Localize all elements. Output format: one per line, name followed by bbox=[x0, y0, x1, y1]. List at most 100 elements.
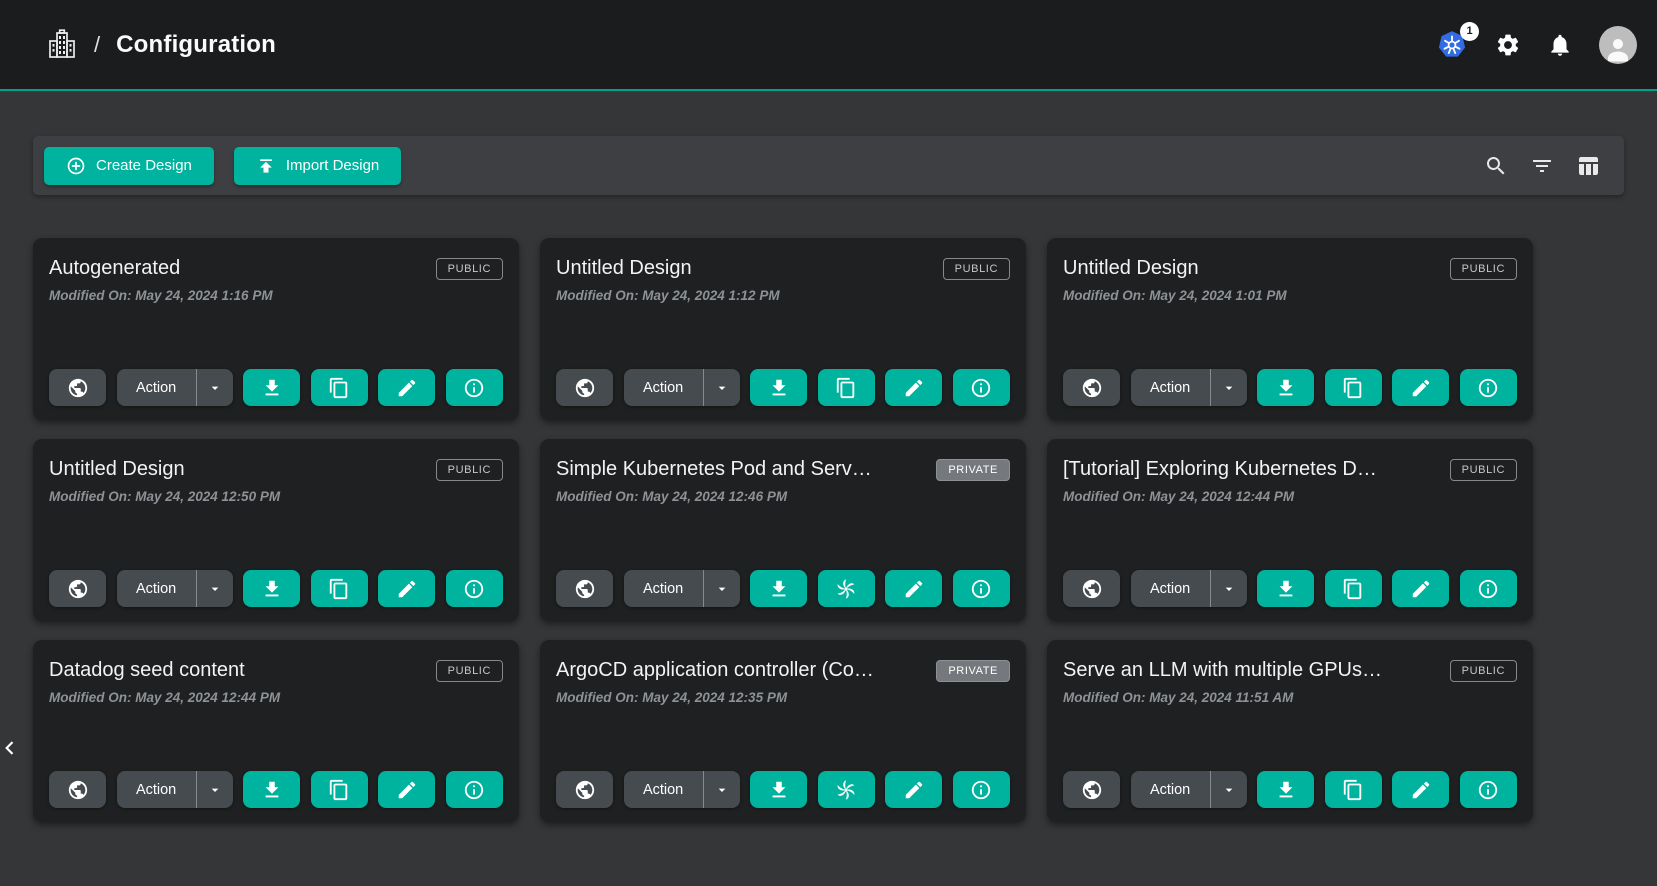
action-button-label[interactable]: Action bbox=[624, 782, 703, 798]
kubernetes-context-icon[interactable]: 1 bbox=[1437, 30, 1469, 60]
search-icon[interactable] bbox=[1484, 154, 1508, 178]
design-spiral-button[interactable] bbox=[818, 771, 875, 808]
design-card: Simple Kubernetes Pod and Serv… PRIVATE … bbox=[540, 439, 1026, 621]
action-button-label[interactable]: Action bbox=[624, 581, 703, 597]
import-design-button[interactable]: Import Design bbox=[234, 147, 401, 185]
globe-icon bbox=[1081, 578, 1103, 600]
info-button[interactable] bbox=[446, 369, 503, 406]
visibility-globe-button[interactable] bbox=[1063, 771, 1120, 808]
visibility-globe-button[interactable] bbox=[49, 771, 106, 808]
globe-icon bbox=[67, 578, 89, 600]
design-title: ArgoCD application controller (Co… bbox=[556, 658, 874, 683]
import-design-label: Import Design bbox=[286, 157, 379, 174]
caret-down-icon bbox=[1221, 581, 1237, 597]
action-split-button[interactable]: Action bbox=[1131, 369, 1247, 406]
action-button-label[interactable]: Action bbox=[1131, 782, 1210, 798]
visibility-badge: PUBLIC bbox=[436, 459, 503, 481]
edit-button[interactable] bbox=[885, 570, 942, 607]
design-spiral-icon bbox=[835, 779, 857, 801]
info-button[interactable] bbox=[953, 369, 1010, 406]
design-title: Untitled Design bbox=[1063, 256, 1199, 281]
action-button-label[interactable]: Action bbox=[117, 380, 196, 396]
download-button[interactable] bbox=[243, 771, 300, 808]
action-dropdown-toggle[interactable] bbox=[704, 782, 740, 798]
action-dropdown-toggle[interactable] bbox=[197, 581, 233, 597]
edit-button[interactable] bbox=[378, 570, 435, 607]
download-icon bbox=[1275, 377, 1297, 399]
create-design-button[interactable]: Create Design bbox=[44, 147, 214, 185]
info-button[interactable] bbox=[1460, 369, 1517, 406]
info-button[interactable] bbox=[446, 570, 503, 607]
download-button[interactable] bbox=[750, 369, 807, 406]
copy-button[interactable] bbox=[311, 369, 368, 406]
action-dropdown-toggle[interactable] bbox=[1211, 380, 1247, 396]
info-button[interactable] bbox=[446, 771, 503, 808]
download-button[interactable] bbox=[243, 570, 300, 607]
download-button[interactable] bbox=[750, 771, 807, 808]
action-split-button[interactable]: Action bbox=[1131, 771, 1247, 808]
caret-down-icon bbox=[1221, 782, 1237, 798]
download-icon bbox=[1275, 578, 1297, 600]
visibility-globe-button[interactable] bbox=[1063, 369, 1120, 406]
info-button[interactable] bbox=[953, 570, 1010, 607]
info-button[interactable] bbox=[953, 771, 1010, 808]
settings-gear-icon[interactable] bbox=[1495, 32, 1521, 58]
visibility-globe-button[interactable] bbox=[556, 369, 613, 406]
action-button-label[interactable]: Action bbox=[1131, 581, 1210, 597]
design-spiral-button[interactable] bbox=[818, 570, 875, 607]
info-icon bbox=[1477, 578, 1499, 600]
table-view-icon[interactable] bbox=[1576, 154, 1600, 178]
visibility-globe-button[interactable] bbox=[1063, 570, 1120, 607]
action-button-label[interactable]: Action bbox=[117, 782, 196, 798]
copy-icon bbox=[1342, 578, 1364, 600]
collapse-drawer-chevron[interactable] bbox=[0, 733, 24, 763]
action-button-label[interactable]: Action bbox=[117, 581, 196, 597]
action-split-button[interactable]: Action bbox=[117, 570, 233, 607]
edit-button[interactable] bbox=[1392, 771, 1449, 808]
copy-button[interactable] bbox=[311, 570, 368, 607]
visibility-globe-button[interactable] bbox=[49, 570, 106, 607]
action-split-button[interactable]: Action bbox=[117, 369, 233, 406]
download-button[interactable] bbox=[1257, 570, 1314, 607]
info-icon bbox=[970, 578, 992, 600]
copy-button[interactable] bbox=[1325, 570, 1382, 607]
action-dropdown-toggle[interactable] bbox=[1211, 782, 1247, 798]
edit-button[interactable] bbox=[1392, 570, 1449, 607]
visibility-globe-button[interactable] bbox=[49, 369, 106, 406]
download-button[interactable] bbox=[1257, 369, 1314, 406]
info-button[interactable] bbox=[1460, 771, 1517, 808]
action-dropdown-toggle[interactable] bbox=[704, 380, 740, 396]
info-button[interactable] bbox=[1460, 570, 1517, 607]
filter-icon[interactable] bbox=[1530, 154, 1554, 178]
action-split-button[interactable]: Action bbox=[117, 771, 233, 808]
notification-bell-icon[interactable] bbox=[1547, 32, 1573, 58]
edit-button[interactable] bbox=[885, 771, 942, 808]
download-button[interactable] bbox=[750, 570, 807, 607]
user-avatar[interactable] bbox=[1599, 26, 1637, 64]
copy-button[interactable] bbox=[1325, 369, 1382, 406]
edit-button[interactable] bbox=[378, 771, 435, 808]
action-button-label[interactable]: Action bbox=[624, 380, 703, 396]
modified-date: Modified On: May 24, 2024 12:44 PM bbox=[1063, 489, 1517, 504]
action-split-button[interactable]: Action bbox=[624, 369, 740, 406]
action-dropdown-toggle[interactable] bbox=[197, 380, 233, 396]
download-button[interactable] bbox=[243, 369, 300, 406]
copy-button[interactable] bbox=[1325, 771, 1382, 808]
action-button-label[interactable]: Action bbox=[1131, 380, 1210, 396]
organization-building-icon[interactable] bbox=[46, 28, 78, 62]
action-dropdown-toggle[interactable] bbox=[197, 782, 233, 798]
edit-button[interactable] bbox=[1392, 369, 1449, 406]
action-dropdown-toggle[interactable] bbox=[704, 581, 740, 597]
action-split-button[interactable]: Action bbox=[624, 570, 740, 607]
design-title: Simple Kubernetes Pod and Serv… bbox=[556, 457, 872, 482]
download-button[interactable] bbox=[1257, 771, 1314, 808]
edit-button[interactable] bbox=[885, 369, 942, 406]
copy-button[interactable] bbox=[311, 771, 368, 808]
copy-button[interactable] bbox=[818, 369, 875, 406]
edit-button[interactable] bbox=[378, 369, 435, 406]
visibility-globe-button[interactable] bbox=[556, 771, 613, 808]
action-split-button[interactable]: Action bbox=[624, 771, 740, 808]
action-split-button[interactable]: Action bbox=[1131, 570, 1247, 607]
visibility-globe-button[interactable] bbox=[556, 570, 613, 607]
action-dropdown-toggle[interactable] bbox=[1211, 581, 1247, 597]
